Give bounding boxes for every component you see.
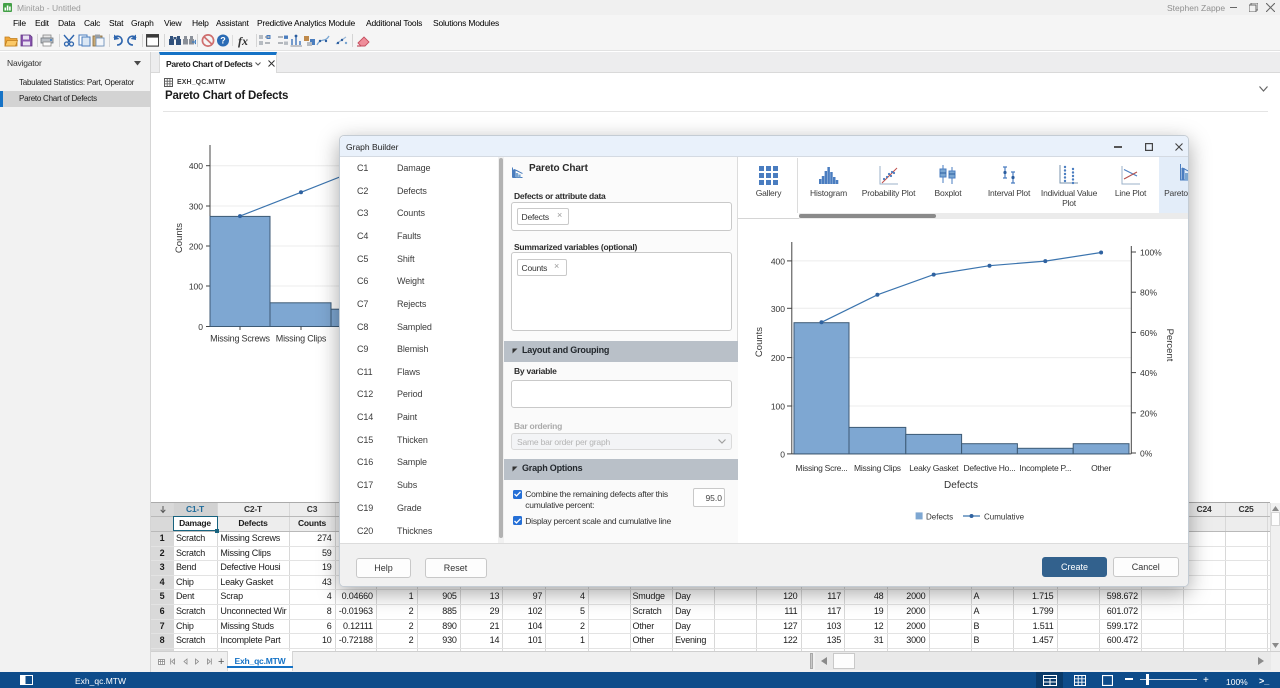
svg-text:0: 0 <box>198 322 203 332</box>
svg-text:Counts: Counts <box>754 327 765 357</box>
svg-text:Incomplete P...: Incomplete P... <box>1019 463 1071 473</box>
svg-text:0%: 0% <box>1140 449 1153 459</box>
svg-text:Other: Other <box>1091 463 1111 473</box>
svg-text:60%: 60% <box>1140 328 1157 338</box>
svg-text:80%: 80% <box>1140 288 1157 298</box>
svg-text:?: ? <box>220 36 226 46</box>
svg-text:Cumulative: Cumulative <box>984 513 1025 522</box>
svg-text:Defects: Defects <box>926 513 953 522</box>
svg-text:Defective Ho...: Defective Ho... <box>964 463 1016 473</box>
svg-text:100: 100 <box>189 281 203 291</box>
svg-text:300: 300 <box>189 201 203 211</box>
svg-text:100%: 100% <box>1140 248 1162 258</box>
svg-text:0: 0 <box>780 449 785 459</box>
svg-text:20%: 20% <box>1140 408 1157 418</box>
svg-text:Missing Screws: Missing Screws <box>210 334 270 344</box>
svg-text:400: 400 <box>189 161 203 171</box>
svg-text:Defects: Defects <box>944 480 978 491</box>
svg-text:Leaky Gasket: Leaky Gasket <box>909 463 959 473</box>
svg-text:Missing Clips: Missing Clips <box>854 463 901 473</box>
svg-text:100: 100 <box>771 402 785 412</box>
svg-text:Counts: Counts <box>174 223 185 253</box>
svg-text:Percent: Percent <box>1164 329 1175 362</box>
svg-text:400: 400 <box>771 256 785 266</box>
svg-text:40%: 40% <box>1140 368 1157 378</box>
svg-text:Missing Scre...: Missing Scre... <box>796 463 848 473</box>
svg-text:200: 200 <box>771 353 785 363</box>
svg-text:300: 300 <box>771 304 785 314</box>
svg-text:200: 200 <box>189 241 203 251</box>
svg-text:Missing Clips: Missing Clips <box>276 334 327 344</box>
